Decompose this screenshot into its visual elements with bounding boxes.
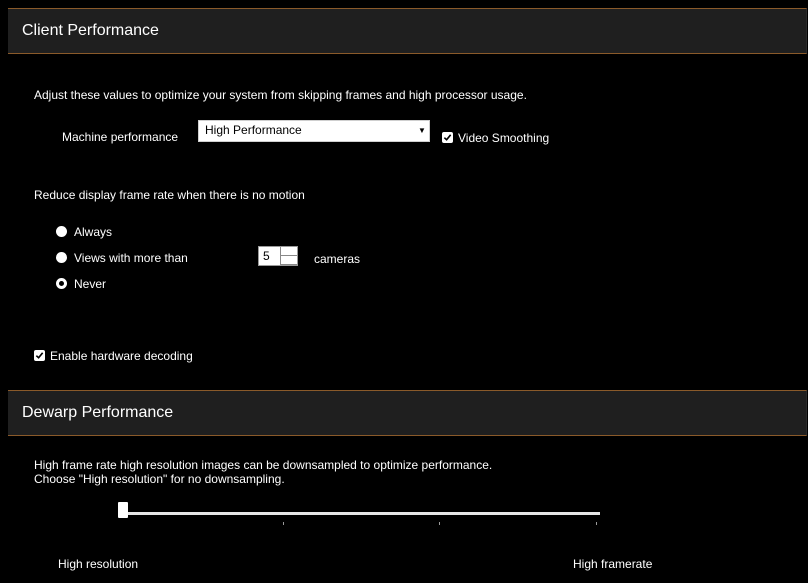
cameras-stepper[interactable]: 5 <box>258 246 298 266</box>
video-smoothing-label: Video Smoothing <box>458 131 550 145</box>
radio-always[interactable] <box>56 226 67 237</box>
reduce-framerate-label: Reduce display frame rate when there is … <box>34 188 305 202</box>
radio-always-label: Always <box>74 225 113 239</box>
slider-max-label: High framerate <box>573 557 653 571</box>
stepper-buttons[interactable] <box>280 247 297 265</box>
radio-never-label: Never <box>74 277 107 291</box>
chevron-down-icon[interactable]: ▼ <box>415 121 429 141</box>
cameras-label: cameras <box>314 252 361 266</box>
stepper-up-button[interactable] <box>281 247 297 256</box>
machine-performance-label: Machine performance <box>62 130 179 144</box>
slider-tick <box>596 522 597 525</box>
hardware-decoding-label: Enable hardware decoding <box>50 349 193 363</box>
radio-never[interactable] <box>56 278 67 289</box>
dewarp-description-line1: High frame rate high resolution images c… <box>34 458 493 472</box>
client-performance-description: Adjust these values to optimize your sys… <box>34 88 527 102</box>
machine-performance-select[interactable]: High Performance ▼ <box>198 120 430 142</box>
video-smoothing-checkbox[interactable] <box>442 132 453 143</box>
slider-min-label: High resolution <box>58 557 139 571</box>
checkmark-icon <box>35 352 44 359</box>
machine-performance-value: High Performance <box>205 123 302 137</box>
slider-tick <box>439 522 440 525</box>
checkmark-icon <box>443 134 452 141</box>
dewarp-slider-thumb[interactable] <box>118 502 128 518</box>
client-performance-header: Client Performance <box>8 8 807 54</box>
dewarp-performance-header: Dewarp Performance <box>8 390 807 436</box>
stepper-down-button[interactable] <box>281 256 297 265</box>
slider-tick <box>283 522 284 525</box>
dewarp-performance-title: Dewarp Performance <box>22 404 174 421</box>
cameras-stepper-value: 5 <box>263 249 270 263</box>
client-performance-title: Client Performance <box>22 22 159 39</box>
radio-views-more-than[interactable] <box>56 252 67 263</box>
dewarp-description-line2: Choose "High resolution" for no downsamp… <box>34 472 285 486</box>
dewarp-slider-track[interactable] <box>122 512 600 515</box>
hardware-decoding-checkbox[interactable] <box>34 350 45 361</box>
radio-views-more-than-label: Views with more than <box>74 251 188 265</box>
